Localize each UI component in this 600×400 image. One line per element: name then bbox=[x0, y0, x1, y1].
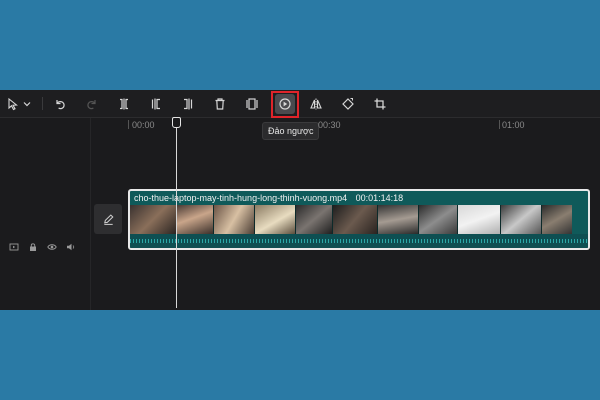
thumbnail bbox=[296, 205, 333, 234]
redo-icon[interactable] bbox=[82, 94, 102, 114]
ruler-label-1: 00:30 bbox=[318, 120, 341, 130]
playhead[interactable] bbox=[176, 126, 177, 308]
timeline-ruler[interactable]: 00:00 00:30 01:00 bbox=[128, 118, 600, 132]
thumbnail bbox=[419, 205, 458, 234]
chevron-down-icon[interactable] bbox=[20, 94, 34, 114]
freeze-frame-icon[interactable] bbox=[242, 94, 262, 114]
clip-thumbnails bbox=[130, 205, 588, 234]
pencil-icon bbox=[103, 213, 113, 225]
toolbar: Đảo ngược bbox=[0, 90, 600, 140]
reverse-icon[interactable] bbox=[275, 94, 295, 114]
delete-icon[interactable] bbox=[210, 94, 230, 114]
split-icon[interactable] bbox=[114, 94, 134, 114]
volume-icon[interactable] bbox=[66, 242, 76, 252]
clip-filename: cho-thue-laptop-may-tinh-hung-long-thinh… bbox=[134, 193, 348, 203]
split-left-icon[interactable] bbox=[146, 94, 166, 114]
clip-duration: 00:01:14:18 bbox=[355, 193, 404, 203]
thumbnail bbox=[501, 205, 542, 234]
thumbnail bbox=[542, 205, 572, 234]
thumbnail bbox=[458, 205, 501, 234]
crop-icon[interactable] bbox=[370, 94, 390, 114]
rotate-icon[interactable] bbox=[338, 94, 358, 114]
ruler-tick bbox=[128, 120, 129, 129]
thumbnail bbox=[177, 205, 214, 234]
video-editor: Đảo ngược 00:00 00:30 01:00 cho-thue-lap… bbox=[0, 90, 600, 310]
eye-icon[interactable] bbox=[47, 242, 57, 252]
video-clip[interactable]: cho-thue-laptop-may-tinh-hung-long-thinh… bbox=[128, 189, 590, 250]
toolbar-divider bbox=[42, 97, 43, 110]
lock-icon[interactable] bbox=[28, 242, 38, 252]
thumbnail bbox=[333, 205, 378, 234]
thumbnail bbox=[130, 205, 177, 234]
mirror-icon[interactable] bbox=[306, 94, 326, 114]
split-right-icon[interactable] bbox=[178, 94, 198, 114]
undo-icon[interactable] bbox=[50, 94, 70, 114]
thumbnail bbox=[255, 205, 296, 234]
clip-title: cho-thue-laptop-may-tinh-hung-long-thinh… bbox=[134, 192, 403, 205]
cover-icon[interactable] bbox=[9, 242, 19, 252]
thumbnail bbox=[214, 205, 255, 234]
edit-track-button[interactable] bbox=[94, 204, 122, 234]
ruler-label-0: 00:00 bbox=[132, 120, 155, 130]
playhead-handle[interactable] bbox=[172, 117, 181, 128]
ruler-label-2: 01:00 bbox=[502, 120, 525, 130]
audio-waveform bbox=[130, 234, 588, 248]
ruler-tick bbox=[499, 120, 500, 129]
track-header-panel bbox=[0, 118, 91, 310]
thumbnail bbox=[378, 205, 419, 234]
